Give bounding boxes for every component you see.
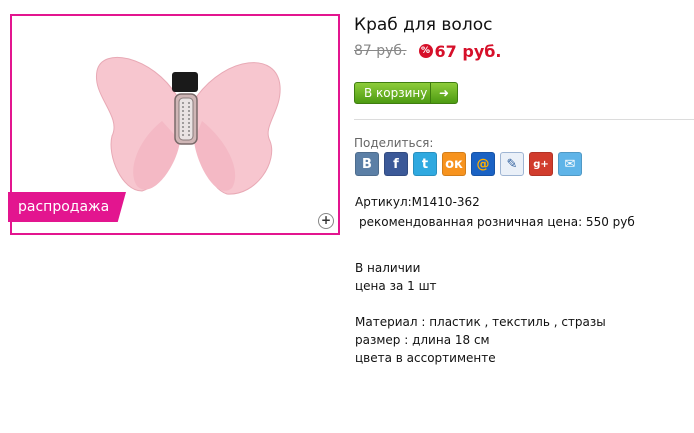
unit-price: цена за 1 шт <box>355 279 437 293</box>
mailru-icon[interactable]: @ <box>471 152 495 176</box>
add-to-cart-button[interactable]: В корзину ➜ <box>354 82 458 104</box>
facebook-icon[interactable]: f <box>384 152 408 176</box>
zoom-button[interactable]: + <box>318 213 334 229</box>
livejournal-icon[interactable]: ✎ <box>500 152 524 176</box>
price-row: 87 руб. % 67 руб. <box>354 41 502 61</box>
article-number: Артикул:M1410-362 <box>355 195 480 209</box>
product-title: Краб для волос <box>354 15 493 35</box>
old-price: 87 руб. <box>354 43 407 59</box>
odnoklassniki-icon[interactable]: ок <box>442 152 466 176</box>
discount-badge-icon: % <box>418 44 433 58</box>
divider <box>354 119 694 120</box>
product-image-frame[interactable]: распродажа + <box>8 14 340 235</box>
share-label: Поделиться: <box>354 136 434 150</box>
googleplus-icon[interactable]: g+ <box>529 152 553 176</box>
sale-ribbon: распродажа <box>8 192 126 222</box>
add-to-cart-label: В корзину <box>364 86 428 100</box>
arrow-right-icon: ➜ <box>430 83 457 103</box>
availability: В наличии <box>355 261 421 275</box>
plus-icon: + <box>320 213 332 227</box>
twitter-icon[interactable]: t <box>413 152 437 176</box>
new-price: 67 руб. <box>434 41 502 61</box>
colors-note: цвета в ассортименте <box>355 351 496 365</box>
material: Материал : пластик , текстиль , стразы <box>355 315 606 329</box>
size: размер : длина 18 см <box>355 333 490 347</box>
email-icon[interactable]: ✉ <box>558 152 582 176</box>
vkontakte-icon[interactable]: B <box>355 152 379 176</box>
retail-price: рекомендованная розничная цена: 550 руб <box>359 215 635 229</box>
share-buttons: B f t ок @ ✎ g+ ✉ <box>355 152 587 176</box>
